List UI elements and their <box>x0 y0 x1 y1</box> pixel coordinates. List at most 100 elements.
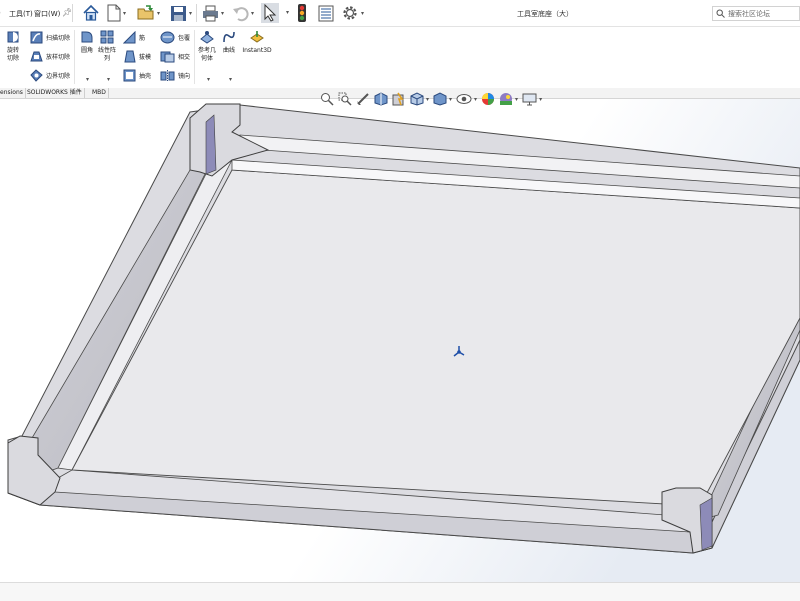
view-orientation-button[interactable]: ▾ <box>410 92 429 106</box>
search-placeholder: 搜索社区论坛 <box>728 9 770 18</box>
chevron-down-icon[interactable]: ▾ <box>286 9 289 16</box>
swept-cut-button[interactable]: 扫描切除 <box>30 31 70 44</box>
save-button[interactable]: ▾ <box>170 3 192 23</box>
previous-view-icon <box>357 93 369 105</box>
monitor-icon <box>522 93 537 105</box>
linear-pattern-button[interactable]: 线性阵列 <box>97 30 117 63</box>
wrap-icon <box>160 31 175 44</box>
display-style-icon <box>433 92 447 106</box>
instant3d-label: Instant3D <box>242 47 272 54</box>
instant3d-icon <box>250 31 264 43</box>
chevron-down-icon[interactable]: ▾ <box>107 76 110 83</box>
draft-icon <box>124 50 136 63</box>
section-view-button[interactable] <box>374 92 388 106</box>
menu-item-partial[interactable]: ) <box>0 9 1 17</box>
instant3d-button[interactable]: Instant3D <box>242 30 272 55</box>
curves-icon <box>223 31 235 43</box>
chevron-down-icon[interactable]: ▾ <box>449 96 452 103</box>
chevron-down-icon[interactable]: ▾ <box>229 76 232 83</box>
draft-label: 拔模 <box>139 54 152 61</box>
undo-button[interactable]: ▾ <box>232 3 254 23</box>
tab-mbd[interactable]: MBD <box>90 88 109 98</box>
revolve-cut-button[interactable]: 旋转切除 <box>2 30 24 63</box>
search-field[interactable]: 搜索社区论坛 <box>712 6 800 21</box>
chevron-down-icon[interactable]: ▾ <box>539 96 542 103</box>
undo-icon <box>233 6 249 21</box>
file-properties-button[interactable] <box>318 3 334 23</box>
lofted-cut-button[interactable]: 放样切除 <box>30 50 70 63</box>
rebuild-button[interactable] <box>296 3 308 23</box>
edit-appearance-button[interactable] <box>481 92 495 106</box>
rib-button[interactable]: 筋 <box>123 31 145 44</box>
shell-icon <box>123 69 136 82</box>
intersect-icon <box>160 51 175 63</box>
divider <box>72 4 73 22</box>
zoom-to-area-button[interactable] <box>338 92 352 106</box>
graphics-area[interactable] <box>0 99 800 582</box>
lofted-cut-label: 放样切除 <box>46 54 71 61</box>
previous-view-button[interactable] <box>356 92 370 106</box>
apply-scene-button[interactable]: ▾ <box>499 92 518 106</box>
mirror-button[interactable]: 镜向 <box>160 69 190 82</box>
chevron-down-icon[interactable]: ▾ <box>221 10 224 17</box>
chevron-down-icon[interactable]: ▾ <box>251 10 254 17</box>
scene-icon <box>500 93 513 105</box>
chevron-down-icon[interactable]: ▾ <box>189 10 192 17</box>
menu-tools[interactable]: 工具(T) <box>9 9 33 19</box>
dynamic-annotation-button[interactable] <box>392 92 406 106</box>
chevron-down-icon[interactable]: ▾ <box>361 10 364 17</box>
chevron-down-icon[interactable]: ▾ <box>426 96 429 103</box>
print-button[interactable]: ▾ <box>202 3 224 23</box>
ribbon-divider <box>74 30 75 84</box>
document-title: 工具室底座（大） <box>517 10 573 18</box>
home-icon <box>83 4 99 21</box>
fillet-button[interactable]: 圆角 <box>77 30 97 55</box>
curves-label: 曲线 <box>222 47 235 54</box>
section-view-icon <box>374 92 388 106</box>
swept-cut-icon <box>30 31 43 44</box>
chevron-down-icon[interactable]: ▾ <box>207 76 210 83</box>
tab-dimensions[interactable]: ensions <box>0 88 26 98</box>
fillet-label: 圆角 <box>80 47 93 54</box>
reference-geometry-icon <box>200 31 214 44</box>
curves-button[interactable]: 曲线 <box>219 30 239 55</box>
options-button[interactable]: ▾ <box>341 3 364 23</box>
mirror-label: 镜向 <box>178 73 191 80</box>
home-button[interactable] <box>82 3 100 23</box>
print-icon <box>203 5 218 21</box>
status-bar <box>0 582 800 601</box>
boundary-cut-button[interactable]: 边界切除 <box>30 69 70 82</box>
chevron-down-icon[interactable]: ▾ <box>123 10 126 17</box>
hide-show-items-button[interactable]: ▾ <box>456 93 477 105</box>
linear-pattern-icon <box>100 30 114 44</box>
view-settings-button[interactable]: ▾ <box>522 93 542 106</box>
command-manager-ribbon <box>0 27 800 88</box>
wrap-button[interactable]: 包覆 <box>160 31 190 44</box>
corner-post-back-left-face <box>205 114 217 175</box>
reference-geometry-button[interactable]: 参考几何体 <box>197 30 217 63</box>
file-properties-icon <box>318 5 334 21</box>
cursor-arrow-icon <box>264 4 277 22</box>
draft-button[interactable]: 拔模 <box>123 50 151 63</box>
boundary-cut-icon <box>30 69 43 82</box>
chevron-down-icon[interactable]: ▾ <box>157 10 160 17</box>
zoom-to-fit-button[interactable] <box>320 92 334 106</box>
new-button[interactable]: ▾ <box>107 3 126 23</box>
open-folder-icon <box>137 5 154 20</box>
menu-window[interactable]: 窗口(W) <box>34 9 60 19</box>
chevron-down-icon[interactable]: ▾ <box>86 76 89 83</box>
chevron-down-icon[interactable]: ▾ <box>474 96 477 103</box>
open-button[interactable]: ▾ <box>137 3 160 23</box>
wrap-label: 包覆 <box>178 35 191 42</box>
chevron-down-icon[interactable]: ▾ <box>515 96 518 103</box>
revolve-cut-icon <box>7 31 19 43</box>
shell-button[interactable]: 抽壳 <box>123 69 151 82</box>
pin-icon[interactable]: 📌︎ <box>62 8 72 17</box>
annotation-view-icon <box>392 92 404 106</box>
boundary-cut-label: 边界切除 <box>46 73 71 80</box>
intersect-label: 相交 <box>178 54 191 61</box>
tab-solidworks-addins[interactable]: SOLIDWORKS 插件 <box>25 88 85 98</box>
intersect-button[interactable]: 相交 <box>160 50 190 63</box>
display-style-button[interactable]: ▾ <box>433 92 452 106</box>
select-button[interactable] <box>261 3 279 23</box>
